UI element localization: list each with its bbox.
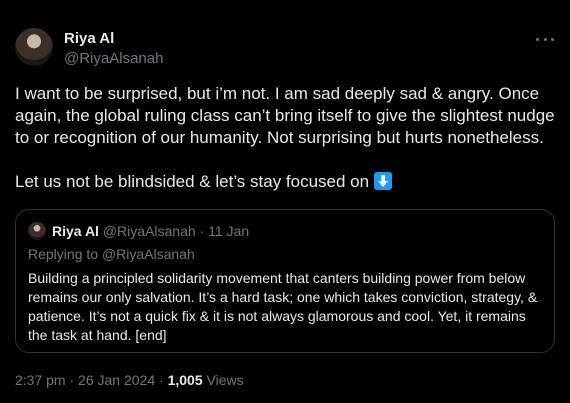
quoted-tweet[interactable]: Riya Al @RiyaAlsanah · 11 Jan Replying t… [15,209,555,353]
quoted-avatar [28,222,46,240]
views-label: Views [206,372,244,388]
avatar[interactable] [15,28,53,66]
quoted-display-name: Riya Al [52,223,99,239]
more-options-icon[interactable] [536,31,554,47]
tweet-time[interactable]: 2:37 pm [15,372,66,388]
quoted-header: Riya Al @RiyaAlsanah · 11 Jan [52,223,249,239]
replying-prefix: Replying to [28,246,99,262]
author-handle[interactable]: @RiyaAlsanah [64,50,163,67]
tweet-text: I want to be surprised, but i’m not. I a… [15,83,555,193]
tweet: Riya Al @RiyaAlsanah I want to be surpri… [0,0,570,403]
author-display-name[interactable]: Riya Al [64,30,114,47]
quoted-handle: @RiyaAlsanah [102,223,196,239]
tweet-paragraph-2-text: Let us not be blindsided & let’s stay fo… [15,172,370,191]
tweet-meta: 2:37 pm · 26 Jan 2024 · 1,005 Views [15,372,244,388]
quoted-text: Building a principled solidarity movemen… [28,270,538,343]
quoted-replying-to: Replying to @RiyaAlsanah [28,246,195,262]
tweet-date[interactable]: 26 Jan 2024 [78,372,155,388]
quoted-separator: · [199,223,205,239]
down-arrow-emoji-icon [373,172,392,190]
tweet-paragraph-1: I want to be surprised, but i’m not. I a… [15,84,555,147]
quoted-date: 11 Jan [208,223,250,239]
replying-to-handle[interactable]: @RiyaAlsanah [102,246,195,262]
tweet-paragraph-2: Let us not be blindsided & let’s stay fo… [15,171,555,193]
meta-separator-1: · [69,372,75,388]
meta-separator-2: · [159,372,164,388]
views-count: 1,005 [167,372,203,388]
